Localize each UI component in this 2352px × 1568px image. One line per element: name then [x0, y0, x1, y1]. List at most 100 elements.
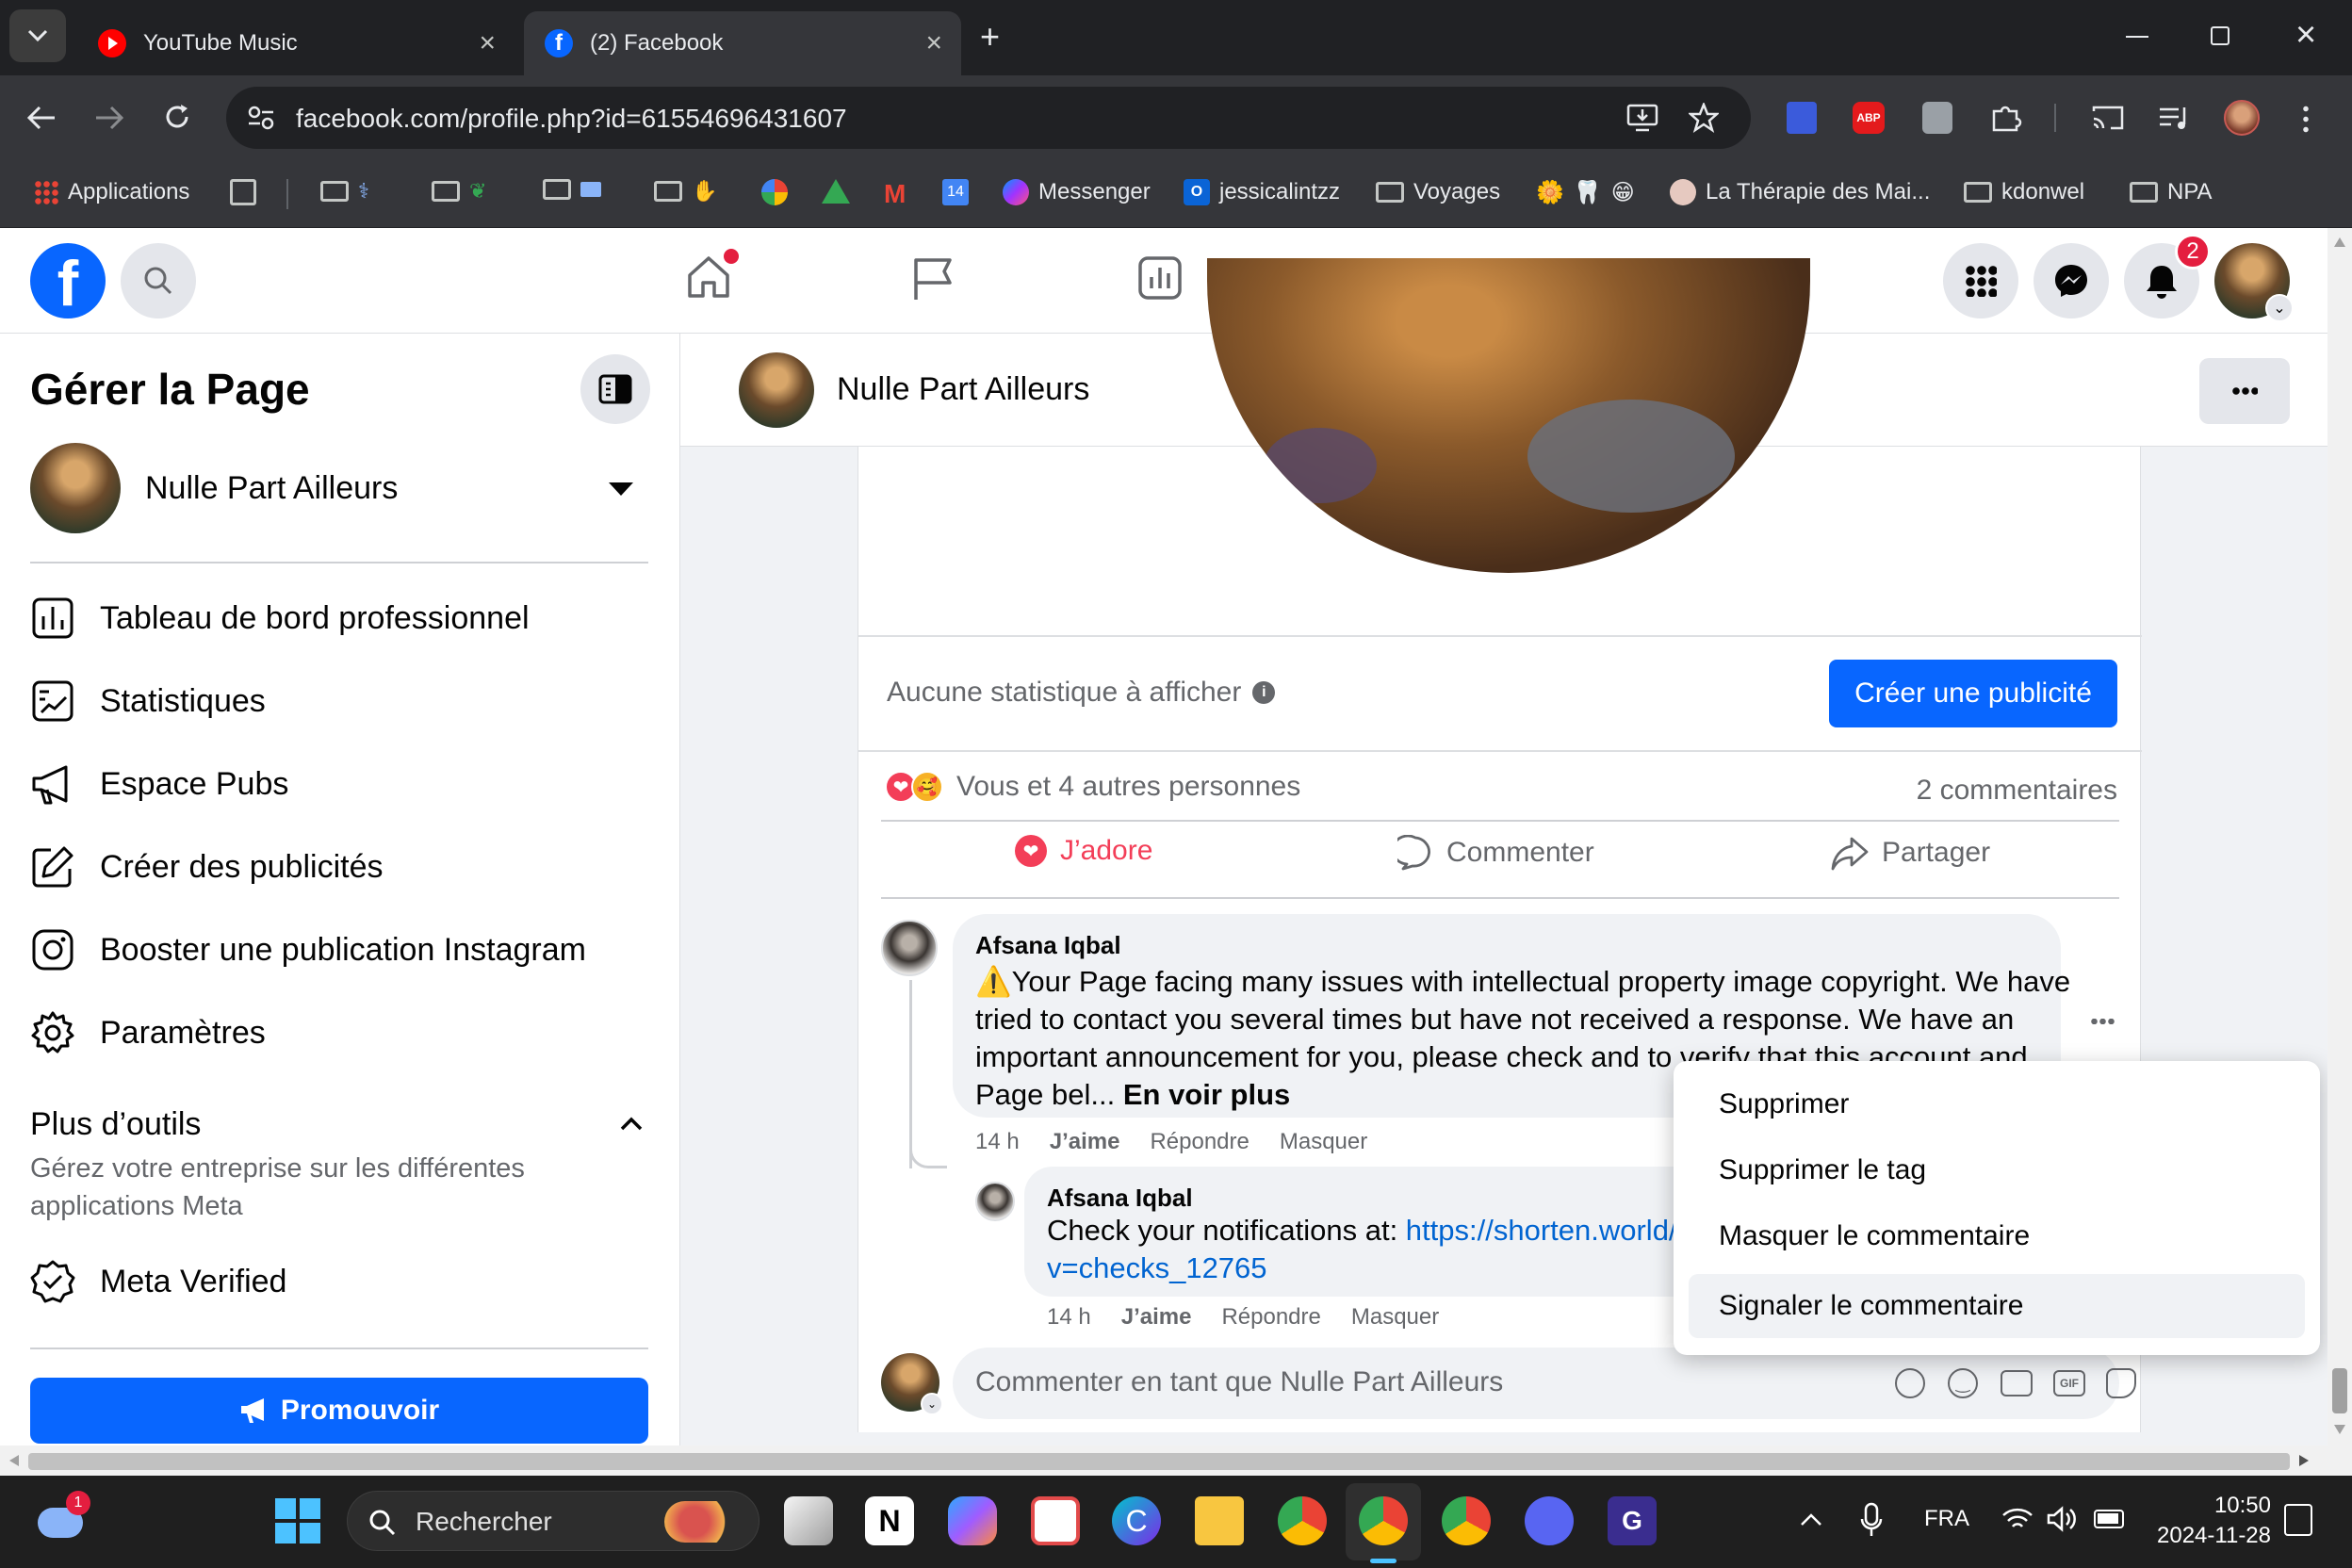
- scroll-up-arrow[interactable]: [2334, 237, 2345, 247]
- cast-icon[interactable]: [2092, 104, 2124, 132]
- volume-icon[interactable]: [2047, 1504, 2077, 1534]
- taskbar-search[interactable]: Rechercher: [347, 1491, 760, 1551]
- account-avatar[interactable]: ⌄: [2214, 243, 2294, 322]
- menu-dashboard[interactable]: Tableau de bord professionnel: [30, 596, 530, 641]
- camera-icon[interactable]: [2001, 1370, 2033, 1396]
- reply-hide-link[interactable]: Masquer: [1351, 1304, 1439, 1331]
- bookmark-drive[interactable]: [822, 179, 850, 204]
- more-menu-icon[interactable]: [2303, 104, 2309, 134]
- bookmark-applications[interactable]: Applications: [34, 179, 189, 205]
- grammarly-icon[interactable]: G: [1608, 1496, 1657, 1545]
- bookmark-voyages[interactable]: Voyages: [1376, 179, 1500, 205]
- page-avatar[interactable]: [739, 352, 814, 428]
- bookmark-calendar[interactable]: 14: [942, 179, 969, 205]
- bookmark-star-icon[interactable]: [1689, 103, 1719, 133]
- info-icon[interactable]: i: [1252, 681, 1276, 704]
- adblock-plus-icon[interactable]: ABP: [1853, 102, 1885, 134]
- media-control-icon[interactable]: [2158, 104, 2190, 132]
- create-ad-button[interactable]: Créer une publicité: [1829, 660, 2117, 727]
- puzzle-extensions-icon[interactable]: [1990, 102, 2022, 134]
- task-view-icon[interactable]: [784, 1496, 833, 1545]
- chrome-icon[interactable]: [1278, 1496, 1327, 1545]
- more-tools-header[interactable]: Plus d’outils: [30, 1106, 648, 1143]
- menu-espace-pubs[interactable]: Espace Pubs: [30, 761, 288, 807]
- scroll-left-arrow[interactable]: [9, 1455, 19, 1466]
- bookmark-grid[interactable]: [230, 179, 256, 205]
- close-icon[interactable]: ×: [925, 27, 942, 59]
- scroll-thumb[interactable]: [28, 1453, 2290, 1470]
- scroll-right-arrow[interactable]: [2299, 1455, 2309, 1466]
- promote-button[interactable]: Promouvoir: [30, 1378, 648, 1444]
- vertical-scrollbar[interactable]: [2328, 228, 2352, 1476]
- share-button[interactable]: Partager: [1831, 835, 1990, 871]
- microphone-icon[interactable]: [1860, 1502, 1883, 1538]
- scroll-down-arrow[interactable]: [2334, 1425, 2345, 1434]
- bookmark-photos[interactable]: [761, 179, 788, 205]
- notification-link[interactable]: v=checks_12765: [1047, 1250, 1677, 1287]
- reply-like-link[interactable]: J’aime: [1121, 1304, 1192, 1331]
- menu-item-masquer-commentaire[interactable]: Masquer le commentaire: [1689, 1204, 2305, 1268]
- chrome-profile-icon[interactable]: [1442, 1496, 1491, 1545]
- nav-home[interactable]: [684, 249, 739, 302]
- menu-grid-button[interactable]: [1943, 243, 2018, 318]
- start-button[interactable]: [275, 1498, 320, 1544]
- menu-statistiques[interactable]: Statistiques: [30, 678, 266, 724]
- comment-input[interactable]: Commenter en tant que Nulle Part Ailleur…: [953, 1348, 2136, 1419]
- battery-icon[interactable]: [2094, 1510, 2124, 1528]
- comment-time[interactable]: 14 h: [975, 1129, 1020, 1155]
- comment-options-button[interactable]: [2078, 1003, 2127, 1040]
- menu-booster-instagram[interactable]: Booster une publication Instagram: [30, 927, 586, 972]
- discord-icon[interactable]: [1525, 1496, 1574, 1545]
- menu-item-signaler-commentaire[interactable]: Signaler le commentaire: [1689, 1274, 2305, 1338]
- notification-link[interactable]: https://shorten.world/: [1406, 1214, 1677, 1247]
- menu-creer-publicites[interactable]: Créer des publicités: [30, 844, 383, 890]
- site-settings-icon[interactable]: [247, 106, 275, 130]
- canva-icon[interactable]: C: [1112, 1496, 1161, 1545]
- reply-time[interactable]: 14 h: [1047, 1304, 1091, 1331]
- install-app-icon[interactable]: [1626, 104, 1658, 132]
- comment-reply-link[interactable]: Répondre: [1150, 1129, 1249, 1155]
- bookmark-outlook[interactable]: O jessicalintzz: [1184, 179, 1340, 205]
- avatar-sticker-icon[interactable]: [1895, 1368, 1925, 1398]
- bookmark-folder[interactable]: [543, 179, 601, 200]
- page-more-button[interactable]: [2199, 358, 2290, 424]
- chrome-profile-icon[interactable]: [1359, 1496, 1408, 1545]
- commenter-avatar[interactable]: [975, 1182, 1015, 1221]
- bookmark-kdonwel[interactable]: kdonwel: [1964, 179, 2084, 205]
- back-arrow-icon[interactable]: [26, 104, 57, 132]
- bookmark-folder[interactable]: ⚕: [320, 179, 369, 204]
- comments-count[interactable]: 2 commentaires: [1917, 775, 2117, 807]
- snipping-tool-icon[interactable]: [1031, 1496, 1080, 1545]
- profile-avatar[interactable]: [2224, 100, 2260, 136]
- notion-icon[interactable]: N: [865, 1496, 914, 1545]
- tab-facebook[interactable]: f (2) Facebook ×: [524, 11, 961, 75]
- close-icon[interactable]: ×: [479, 27, 496, 59]
- reactions-summary[interactable]: ❤ 🥰 Vous et 4 autres personnes: [885, 771, 1300, 803]
- bookmark-folder[interactable]: ✋: [654, 179, 717, 204]
- extension-privacy-icon[interactable]: [1787, 102, 1817, 134]
- file-explorer-icon[interactable]: [1195, 1496, 1244, 1545]
- page-name[interactable]: Nulle Part Ailleurs: [837, 371, 1089, 408]
- clock[interactable]: 10:50 2024-11-28: [2148, 1491, 2271, 1551]
- page-switcher[interactable]: Nulle Part Ailleurs: [30, 441, 648, 535]
- address-bar[interactable]: facebook.com/profile.php?id=615546964316…: [226, 87, 1751, 149]
- comment-like-link[interactable]: J’aime: [1050, 1129, 1120, 1155]
- bookmark-therapie[interactable]: La Thérapie des Mai...: [1670, 179, 1930, 205]
- composer-avatar[interactable]: ⌄: [881, 1353, 943, 1415]
- wifi-icon[interactable]: [2001, 1506, 2034, 1532]
- tab-search-button[interactable]: [9, 9, 66, 62]
- comment-author[interactable]: Afsana Iqbal: [975, 931, 1121, 960]
- emoji-icon[interactable]: ‿: [1948, 1368, 1978, 1398]
- see-more-link[interactable]: En voir plus: [1123, 1078, 1290, 1111]
- bookmark-gmail[interactable]: M: [884, 179, 906, 209]
- reply-reply-link[interactable]: Répondre: [1221, 1304, 1320, 1331]
- search-button[interactable]: [121, 243, 196, 318]
- bookmark-folder[interactable]: ❦: [432, 179, 486, 204]
- horizontal-scrollbar[interactable]: [0, 1446, 2328, 1476]
- menu-meta-verified[interactable]: Meta Verified: [30, 1259, 286, 1304]
- window-close-icon[interactable]: ×: [2295, 15, 2316, 56]
- post-image-circle[interactable]: [1207, 258, 1810, 573]
- insights-chart-icon[interactable]: [1136, 254, 1184, 302]
- tab-youtube-music[interactable]: YouTube Music ×: [77, 11, 514, 75]
- flag-icon[interactable]: [910, 254, 957, 303]
